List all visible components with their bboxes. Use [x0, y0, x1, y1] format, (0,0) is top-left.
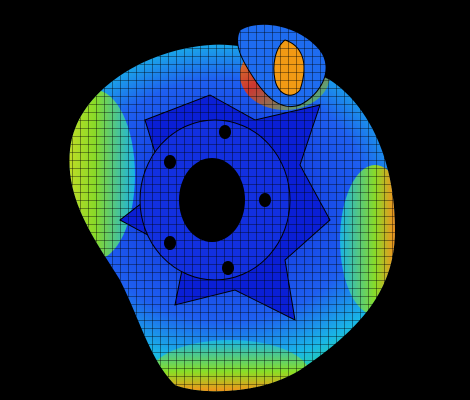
center-bore-icon	[179, 158, 245, 242]
fea-mesh-render	[69, 23, 395, 392]
fea-render-viewport	[0, 0, 470, 400]
bolt-hole-icon	[259, 193, 271, 207]
bolt-hole-icon	[219, 125, 231, 139]
bolt-hole-icon	[164, 236, 176, 250]
bolt-hole-icon	[222, 261, 234, 275]
bolt-hole-icon	[164, 155, 176, 169]
